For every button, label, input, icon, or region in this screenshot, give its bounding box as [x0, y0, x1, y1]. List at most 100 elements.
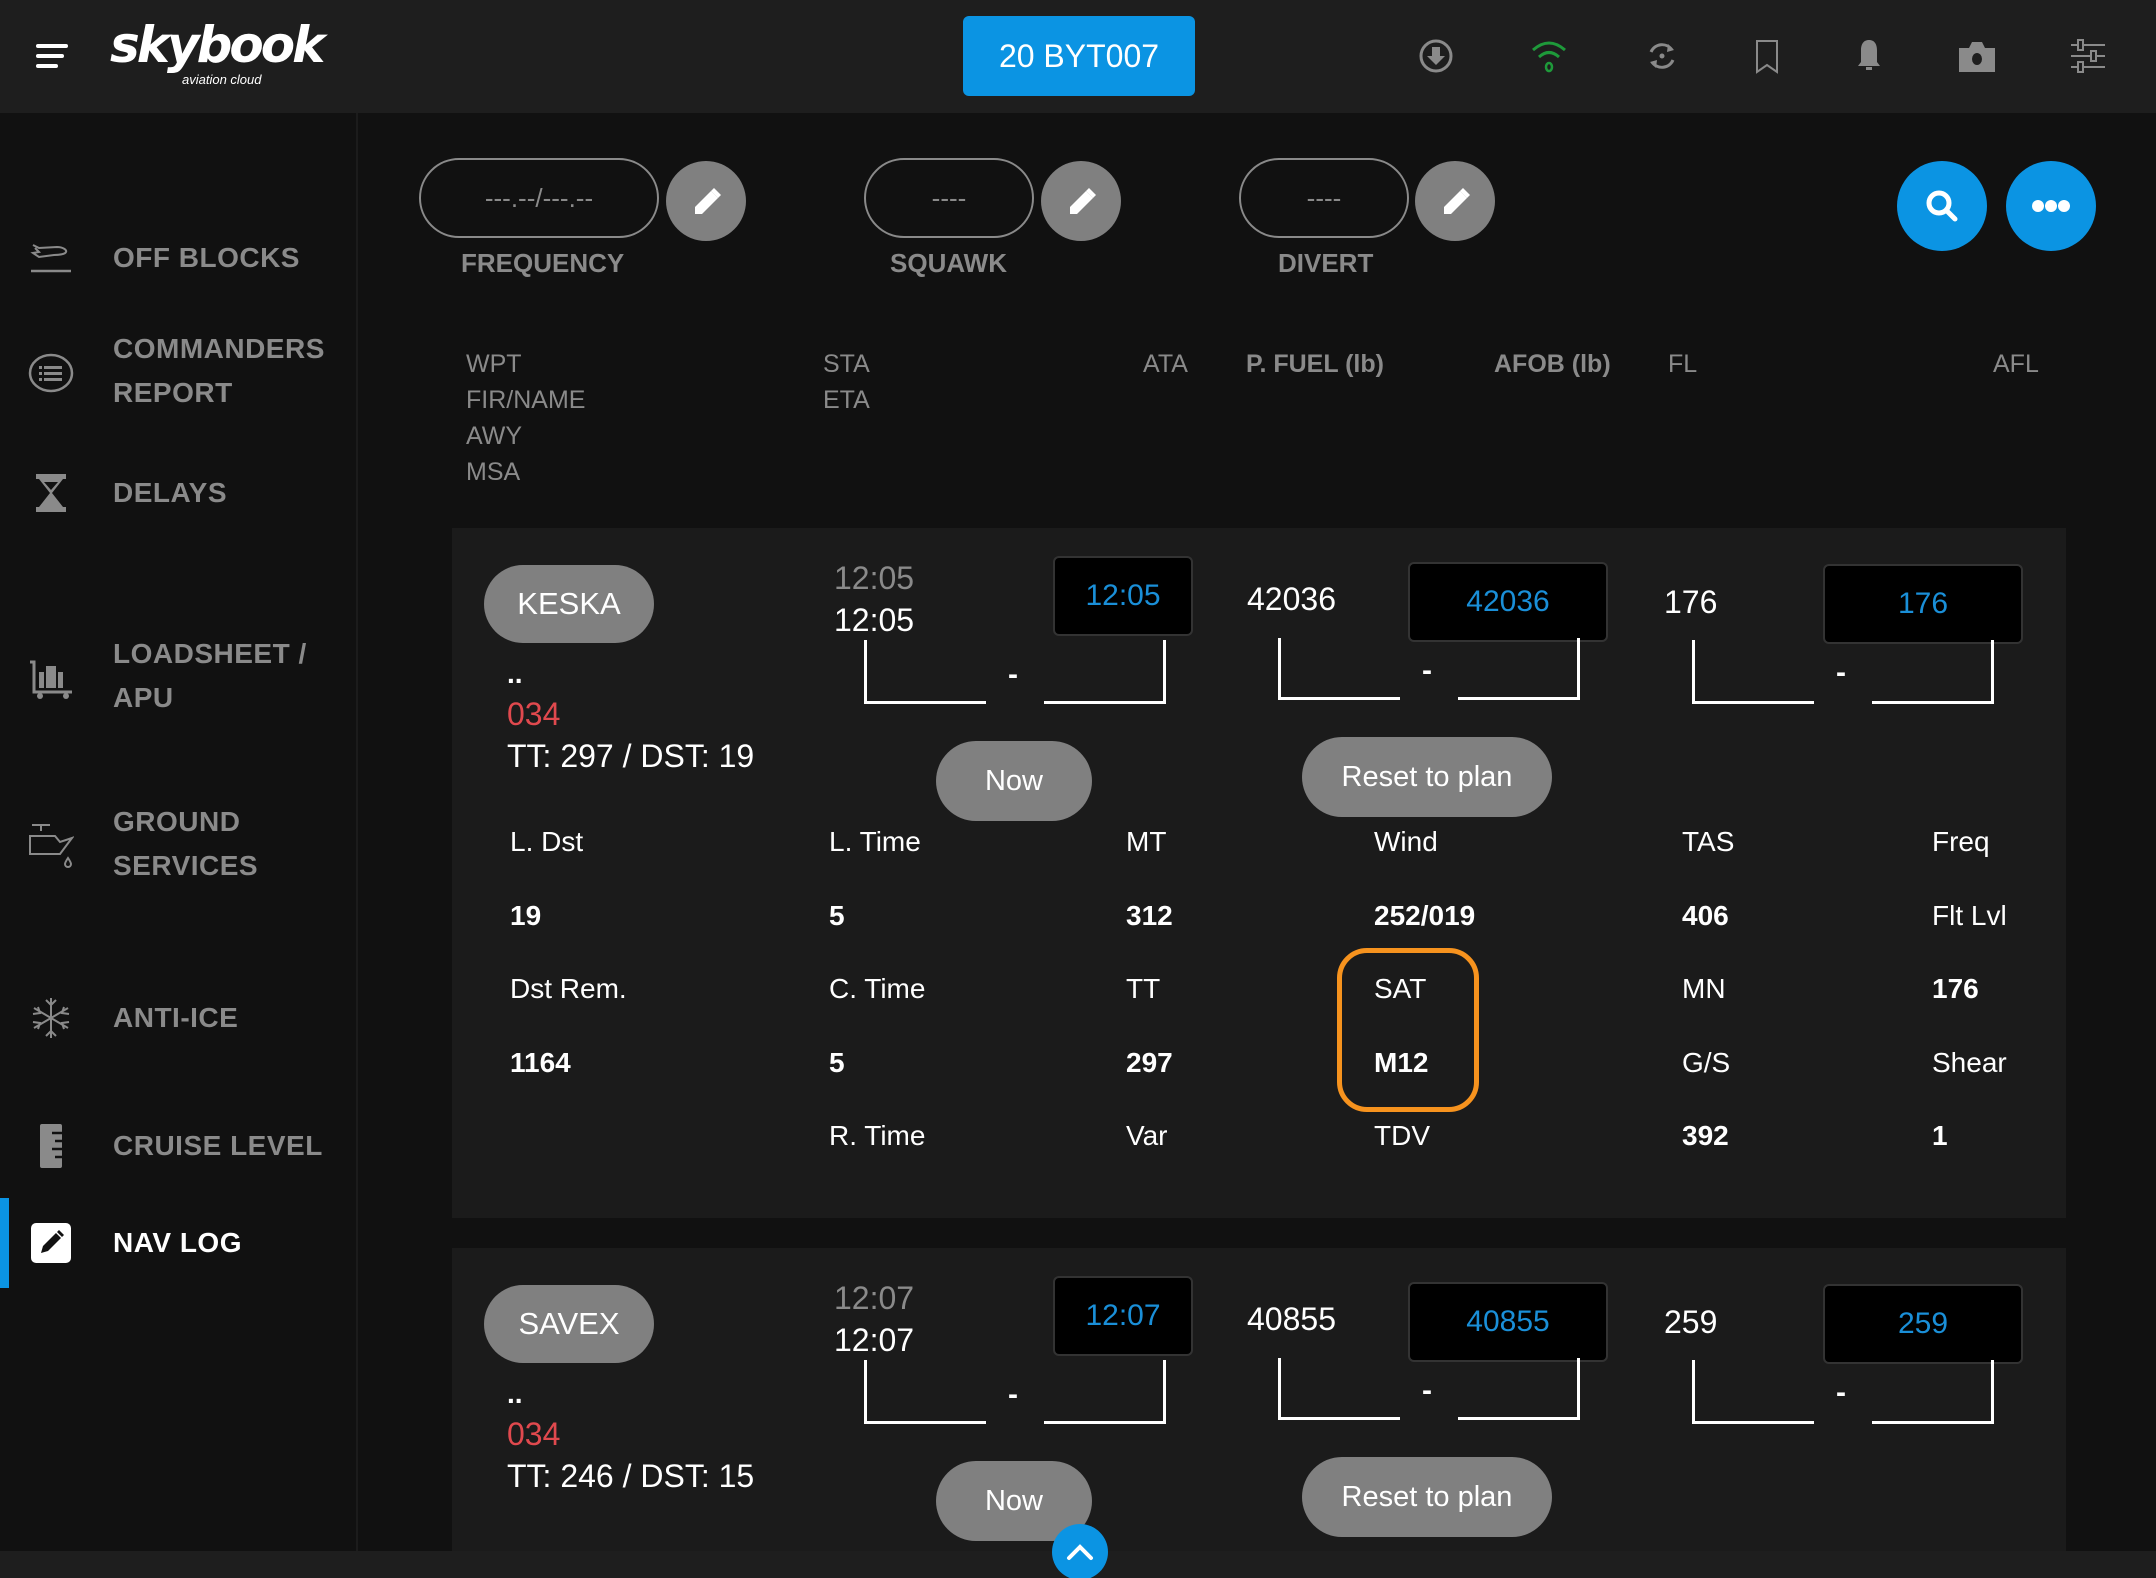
ruler-icon: [28, 1123, 74, 1169]
header-sta: STA: [823, 350, 870, 378]
more-options-button[interactable]: [2006, 161, 2096, 251]
sidebar-item-delays[interactable]: DELAYS: [0, 458, 356, 528]
waypoint-name-button[interactable]: KESKA: [484, 565, 654, 643]
sidebar-item-label: COMMANDERS REPORT: [113, 327, 325, 415]
sidebar-item-ground-services[interactable]: GROUND SERVICES: [0, 796, 356, 896]
afob-input[interactable]: 40855: [1408, 1282, 1608, 1362]
header-eta: ETA: [823, 386, 870, 414]
sidebar-item-loadsheet-apu[interactable]: LOADSHEET / APU: [0, 628, 356, 728]
sat-value: M12: [1374, 1047, 1429, 1078]
tas-label: TAS: [1682, 826, 1735, 857]
luggage-cart-icon: [28, 655, 74, 701]
search-icon: [1926, 190, 1958, 222]
sync-icon[interactable]: [1640, 34, 1684, 78]
fuel-range-to[interactable]: [1458, 1358, 1580, 1420]
shear-value: 1: [1932, 1120, 1948, 1151]
squawk-label: SQUAWK: [890, 248, 1007, 278]
range-dash: -: [1008, 658, 1018, 691]
l-time-label: L. Time: [829, 826, 921, 857]
tdv-label: TDV: [1374, 1120, 1430, 1151]
edit-frequency-button[interactable]: [666, 161, 746, 241]
bell-icon[interactable]: [1847, 34, 1891, 78]
flight-selector-button[interactable]: 20 BYT007: [963, 16, 1195, 96]
ata-input[interactable]: 12:05: [1053, 556, 1193, 636]
mt-value: 312: [1126, 900, 1173, 931]
wind-label: Wind: [1374, 826, 1438, 857]
waypoint-name-button[interactable]: SAVEX: [484, 1285, 654, 1363]
bookmark-icon[interactable]: [1745, 34, 1789, 78]
range-dash: -: [1836, 656, 1846, 689]
header-fl: FL: [1668, 350, 1698, 378]
fuel-range-from[interactable]: [1278, 638, 1400, 700]
sidebar-item-commanders-report[interactable]: COMMANDERS REPORT: [0, 323, 356, 423]
frequency-label: FREQUENCY: [461, 248, 625, 278]
frequency-input[interactable]: ---.--/---.--: [419, 158, 659, 238]
top-bar: skybook aviation cloud 20 BYT007: [0, 0, 2156, 113]
now-button[interactable]: Now: [936, 741, 1092, 821]
fuel-range-from[interactable]: [1278, 1358, 1400, 1420]
logo: skybook aviation cloud: [110, 16, 325, 90]
logo-text: skybook: [110, 16, 325, 74]
sidebar-item-off-blocks[interactable]: OFF BLOCKS: [0, 223, 356, 293]
camera-icon[interactable]: [1955, 34, 1999, 78]
eta-value: 12:05: [834, 602, 915, 638]
pencil-icon: [1444, 188, 1470, 214]
squawk-input[interactable]: ----: [864, 158, 1034, 238]
sidebar-item-label: CRUISE LEVEL: [113, 1130, 323, 1161]
afob-input[interactable]: 42036: [1408, 562, 1608, 642]
planned-fuel-value: 40855: [1247, 1301, 1336, 1337]
fl-range-to[interactable]: [1872, 640, 1994, 704]
afl-input[interactable]: 259: [1823, 1284, 2023, 1364]
label-line-1: LOADSHEET /: [113, 638, 307, 669]
shear-label: Shear: [1932, 1047, 2007, 1078]
sidebar-item-label: NAV LOG: [113, 1227, 242, 1258]
wifi-icon[interactable]: [1527, 34, 1571, 78]
sidebar-item-anti-ice[interactable]: ANTI-ICE: [0, 983, 356, 1053]
menu-icon[interactable]: [36, 44, 68, 70]
c-time-value: 5: [829, 1047, 845, 1078]
fuel-range-to[interactable]: [1458, 638, 1580, 700]
ata-range-from[interactable]: [864, 640, 986, 704]
scroll-to-top-button[interactable]: [1052, 1524, 1108, 1578]
sidebar-item-label: OFF BLOCKS: [113, 242, 300, 273]
sliders-icon[interactable]: [2066, 34, 2110, 78]
header-fir-name: FIR/NAME: [466, 386, 586, 414]
search-button[interactable]: [1897, 161, 1987, 251]
ata-range-from[interactable]: [864, 1360, 986, 1424]
range-dash: -: [1008, 1378, 1018, 1411]
sidebar-item-nav-log[interactable]: NAV LOG: [0, 1208, 356, 1278]
edit-icon: [28, 1220, 74, 1266]
sidebar-item-label: GROUND SERVICES: [113, 800, 258, 888]
waypoint-card: KESKA .. 034 TT: 297 / DST: 19 12:05 12:…: [452, 528, 2066, 1218]
tt-dst-summary: TT: 297 / DST: 19: [507, 738, 755, 774]
sidebar-item-cruise-level[interactable]: CRUISE LEVEL: [0, 1111, 356, 1181]
edit-squawk-button[interactable]: [1041, 161, 1121, 241]
edit-divert-button[interactable]: [1415, 161, 1495, 241]
ata-range-to[interactable]: [1044, 640, 1166, 704]
ata-range-to[interactable]: [1044, 1360, 1166, 1424]
more-icon: [2032, 200, 2070, 212]
ata-input[interactable]: 12:07: [1053, 1276, 1193, 1356]
hourglass-icon: [28, 470, 74, 516]
pencil-icon: [1070, 188, 1096, 214]
reset-to-plan-button[interactable]: Reset to plan: [1302, 737, 1552, 817]
fl-range-from[interactable]: [1692, 1360, 1814, 1424]
reset-to-plan-button[interactable]: Reset to plan: [1302, 1457, 1552, 1537]
sta-value: 12:05: [834, 560, 915, 596]
fl-range-from[interactable]: [1692, 640, 1814, 704]
fir-name: ..: [507, 1378, 523, 1409]
var-label: Var: [1126, 1120, 1168, 1151]
tas-value: 406: [1682, 900, 1729, 931]
r-time-label: R. Time: [829, 1120, 926, 1151]
divert-input[interactable]: ----: [1239, 158, 1409, 238]
afl-input[interactable]: 176: [1823, 564, 2023, 644]
download-icon[interactable]: [1414, 34, 1458, 78]
fl-range-to[interactable]: [1872, 1360, 1994, 1424]
header-awy: AWY: [466, 422, 523, 450]
range-dash: -: [1422, 654, 1432, 687]
logo-subtext: aviation cloud: [182, 72, 262, 87]
fl-value: 176: [1664, 584, 1718, 620]
label-line-1: GROUND: [113, 806, 241, 837]
label-line-1: COMMANDERS: [113, 333, 325, 364]
mn-label: MN: [1682, 973, 1726, 1004]
